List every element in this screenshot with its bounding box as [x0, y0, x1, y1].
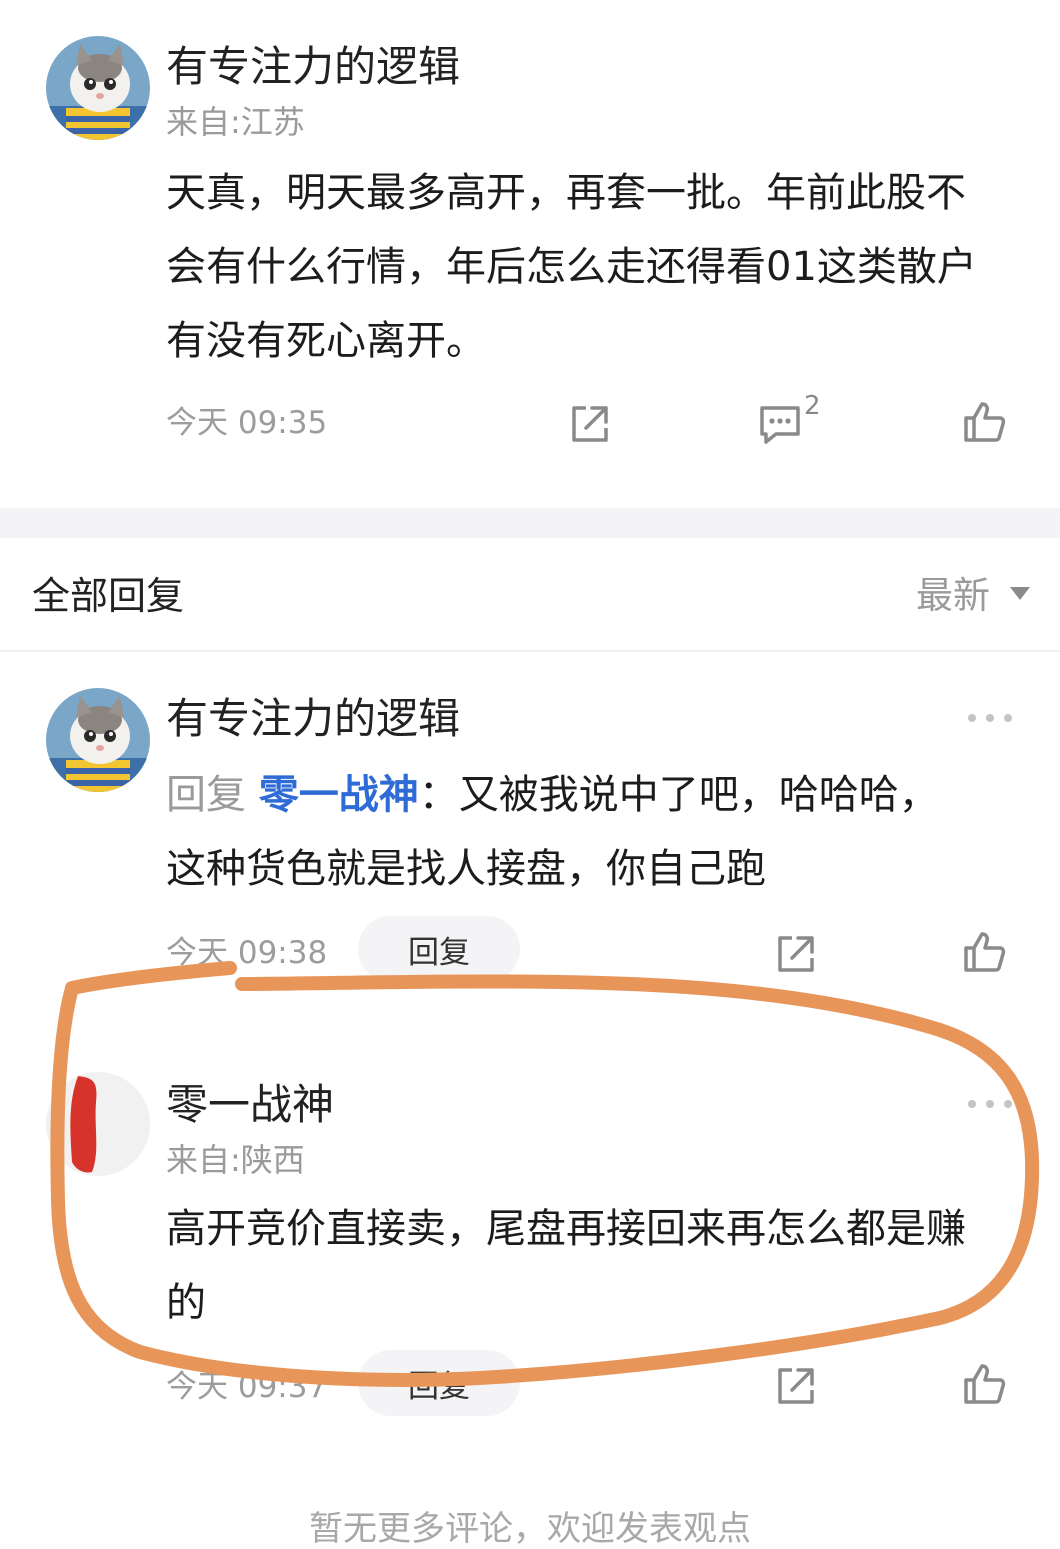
comment-count-badge: 2	[804, 391, 821, 421]
mention-link[interactable]: 零一战神	[259, 772, 419, 818]
no-more-comments-notice: 暂无更多评论，欢迎发表观点	[309, 1509, 751, 1549]
thumbs-up-icon[interactable]	[960, 928, 1008, 976]
section-divider	[0, 508, 1060, 538]
reply-2-author[interactable]: 零一战神	[166, 1084, 334, 1126]
sort-dropdown[interactable]: 最新	[916, 577, 990, 614]
reply-1-time: 今天 09:38	[166, 935, 328, 971]
share-icon[interactable]	[566, 400, 614, 448]
main-comment-origin: 来自:江苏	[166, 103, 305, 141]
reply-2-text: 高开竞价直接卖，尾盘再接回来再怎么都是赚的	[166, 1206, 966, 1326]
caret-down-icon[interactable]	[1010, 587, 1030, 600]
more-options-icon[interactable]	[966, 1096, 1014, 1110]
main-comment-author[interactable]: 有专注力的逻辑	[166, 46, 460, 88]
share-icon[interactable]	[772, 930, 820, 978]
share-icon[interactable]	[772, 1362, 820, 1410]
reply-1-reply-button[interactable]: 回复	[358, 916, 520, 982]
avatar-main-commenter[interactable]	[46, 36, 150, 140]
mention-separator: ：	[418, 772, 459, 818]
avatar-reply-2[interactable]	[46, 1072, 150, 1176]
thumbs-up-icon[interactable]	[960, 1360, 1008, 1408]
main-comment-time: 今天 09:35	[166, 405, 328, 441]
more-options-icon[interactable]	[966, 710, 1014, 724]
reply-1-author[interactable]: 有专注力的逻辑	[166, 698, 460, 740]
reply-2-reply-button[interactable]: 回复	[358, 1350, 520, 1416]
comment-icon[interactable]	[756, 400, 804, 448]
main-comment-text: 天真，明天最多高开，再套一批。年前此股不会有什么行情，年后怎么走还得看01这类散…	[166, 170, 977, 364]
reply-2-origin: 来自:陕西	[166, 1141, 305, 1179]
all-replies-title: 全部回复	[32, 574, 185, 618]
avatar-reply-1[interactable]	[46, 688, 150, 792]
reply-prefix: 回复	[166, 772, 246, 818]
reply-1-text: 回复 零一战神：又被我说中了吧，哈哈哈，这种货色就是找人接盘，你自己跑	[166, 758, 966, 906]
thumbs-up-icon[interactable]	[960, 398, 1008, 446]
header-divider	[0, 650, 1060, 652]
reply-2-time: 今天 09:37	[166, 1369, 328, 1405]
